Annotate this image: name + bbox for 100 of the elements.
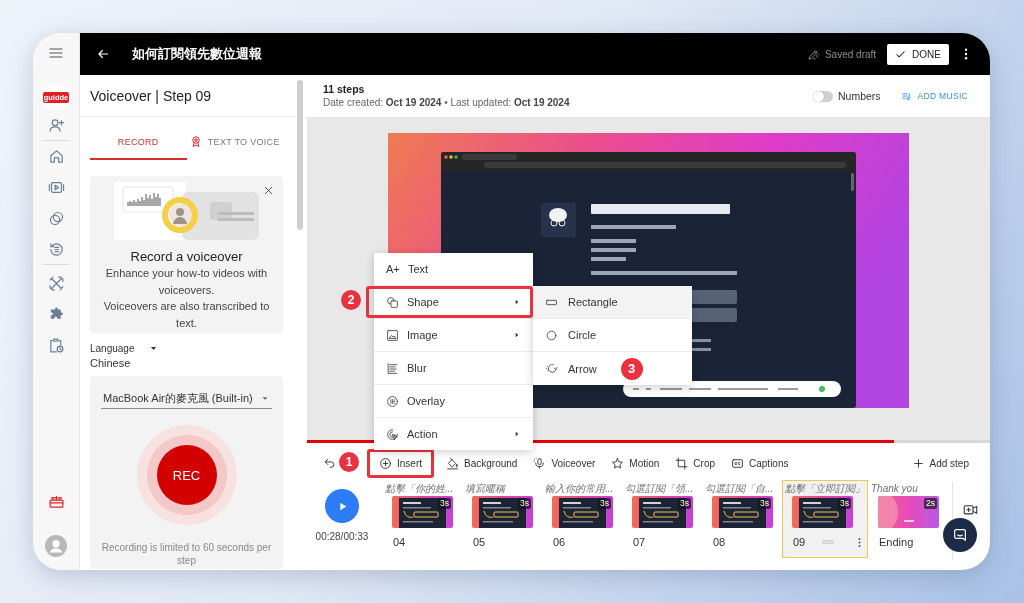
tools-icon[interactable] (47, 275, 65, 292)
pen-icon (806, 47, 820, 61)
image-icon (386, 328, 399, 342)
steps-count: 11 steps (323, 82, 366, 96)
add-music-button[interactable]: ADD MUSIC (900, 90, 968, 102)
duration-label: 3s (518, 498, 531, 509)
tab[interactable]: TEXT TO VOICE (186, 125, 283, 160)
tool-button[interactable]: Captions (727, 449, 793, 478)
promo-text: Enhance your how-to videos with voiceovers. (104, 266, 269, 298)
plus-icon (911, 457, 925, 470)
chat-icon (952, 527, 968, 543)
circle-icon (545, 328, 558, 342)
scrollbar[interactable] (297, 80, 303, 230)
panel-title: Voiceover | Step 09 (90, 87, 212, 104)
tool-button[interactable]: Background (442, 449, 522, 478)
tool-button[interactable]: Insert (367, 449, 434, 478)
gift-icon[interactable] (47, 493, 65, 510)
chat-button[interactable] (943, 518, 977, 552)
step-number: 04 (393, 536, 406, 548)
drag-handle-icon[interactable] (821, 539, 836, 545)
star-icon (611, 457, 625, 470)
numbers-toggle[interactable] (813, 90, 833, 102)
promo-text: Voiceovers are also transcribed to text. (102, 299, 271, 331)
done-button[interactable]: DONE (887, 43, 949, 65)
duration-label: 3s (678, 498, 691, 509)
step-caption: 填寫暱稱 (465, 483, 507, 495)
step-card[interactable]: 勾選訂閱「領... 3s 07 (622, 480, 702, 558)
thumbnail-drawing (792, 496, 853, 528)
thumbnail-drawing (878, 496, 939, 528)
curved-arrow-icon (545, 362, 558, 375)
captions-icon (731, 457, 744, 470)
more-icon[interactable] (964, 48, 968, 60)
check-icon (895, 48, 907, 60)
plus-circle-icon (379, 457, 392, 470)
thumbnail-drawing (632, 496, 693, 528)
menu-item[interactable]: Blur (374, 352, 533, 384)
back-arrow-icon[interactable] (96, 47, 110, 61)
step-card[interactable]: 填寫暱稱 3s 05 (462, 480, 542, 558)
tool-button[interactable]: Motion (607, 449, 664, 478)
step-card[interactable]: Thank you 2s Ending (868, 480, 948, 558)
step-card[interactable]: 點擊「立即訂閱」 3s 09 (782, 480, 868, 558)
menu-item[interactable]: Rectangle (533, 286, 692, 319)
language-value[interactable]: Chinese (90, 355, 131, 371)
step-caption: 勾選訂閱「領... (625, 483, 695, 495)
step-card[interactable]: 輸入你的常用... 3s 06 (542, 480, 622, 558)
menu-item[interactable]: Action (374, 418, 533, 450)
duration-label: 2s (924, 498, 937, 509)
step-number: 08 (713, 536, 726, 548)
step-caption: 點擊「你的姓... (385, 483, 455, 495)
undo-icon[interactable] (323, 457, 336, 470)
tool-button[interactable]: Crop (671, 449, 719, 478)
blur-icon (386, 361, 399, 375)
step-caption: 點擊「立即訂閱」 (785, 483, 865, 495)
home-icon[interactable] (47, 148, 65, 165)
thumbnail-drawing (552, 496, 613, 528)
video-icon[interactable] (47, 179, 65, 196)
menu-item[interactable]: A+ Text (374, 253, 533, 285)
step-number: 06 (553, 536, 566, 548)
music-list-icon (900, 90, 912, 102)
callout-number: 3 (620, 357, 643, 380)
add-user-icon[interactable] (47, 117, 65, 134)
recording-limit-note: Recording is limited to 60 seconds per step (101, 541, 272, 567)
crop-icon (675, 457, 689, 470)
step-card[interactable]: 勾選訂閱「自... 3s 08 (702, 480, 782, 558)
step-number: Ending (879, 536, 914, 548)
microphone-icon (533, 457, 547, 470)
thumbnail-drawing (712, 496, 773, 528)
document-title: 如何訂閱領先數位週報 (132, 45, 262, 63)
clipboard-clock-icon[interactable] (47, 337, 65, 354)
playback-time: 00:28/00:33 (315, 531, 369, 543)
record-button[interactable]: REC (156, 445, 217, 505)
avatar-icon[interactable] (45, 535, 67, 557)
add-step-button[interactable]: Add step (907, 449, 973, 478)
cursor-click-icon (386, 427, 399, 441)
history-icon[interactable] (47, 241, 65, 258)
step-number: 05 (473, 536, 486, 548)
menu-item[interactable]: Image (374, 319, 533, 351)
add-video-icon[interactable] (963, 502, 978, 517)
step-card[interactable]: 點擊「你的姓... 3s 04 (382, 480, 462, 558)
language-label: Language (90, 342, 135, 354)
menu-icon[interactable] (48, 45, 64, 61)
shapes-icon[interactable] (47, 210, 65, 227)
microphone-select[interactable]: MacBook Air的麥克風 (Built-in) (101, 388, 272, 409)
ribbon-icon (189, 135, 202, 148)
overlay-icon (386, 394, 399, 408)
menu-item[interactable]: Arrow 3 (533, 352, 692, 385)
paint-bucket-icon (446, 457, 459, 470)
date-info: Date created: Oct 19 2024 • Last updated: Oct 19 2024 (323, 96, 570, 110)
menu-item[interactable]: Circle (533, 319, 692, 352)
add-text-icon: A+ (386, 263, 400, 275)
play-button[interactable] (325, 489, 359, 523)
duration-label: 3s (838, 498, 851, 509)
close-icon[interactable] (263, 185, 274, 196)
duration-label: 3s (598, 498, 611, 509)
duration-label: 3s (438, 498, 451, 509)
thumbnail-drawing (392, 496, 453, 528)
duration-label: 3s (758, 498, 771, 509)
tool-button[interactable]: Voiceover (529, 449, 600, 478)
menu-item[interactable]: Overlay (374, 385, 533, 417)
tab[interactable]: RECORD (90, 125, 187, 160)
